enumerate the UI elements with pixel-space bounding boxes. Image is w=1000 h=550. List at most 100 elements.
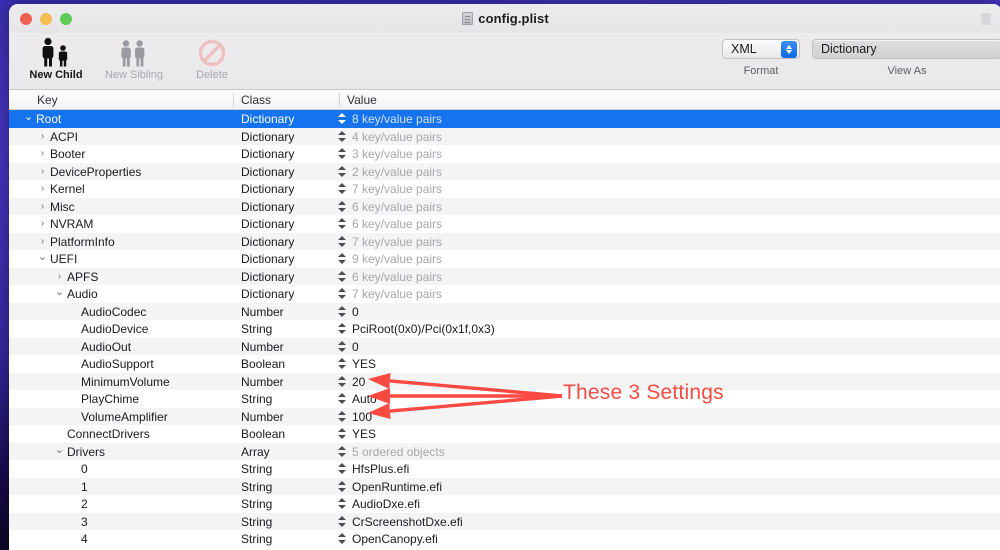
chevron-right-icon[interactable]: › — [37, 201, 48, 213]
chevron-right-icon[interactable]: › — [37, 166, 48, 178]
format-select[interactable]: XML — [722, 39, 800, 59]
row-value[interactable]: 6 key/value pairs — [352, 200, 442, 214]
tree-row[interactable]: VolumeAmplifier Number 100 — [9, 407, 1000, 425]
row-key[interactable]: AudioDevice — [81, 322, 148, 336]
tree-row[interactable]: › Misc Dictionary 6 key/value pairs — [9, 197, 1000, 215]
row-type-stepper-icon[interactable] — [338, 340, 347, 353]
row-value[interactable]: YES — [352, 427, 376, 441]
row-class[interactable]: Number — [241, 375, 284, 389]
row-key[interactable]: Drivers — [67, 445, 105, 459]
row-key[interactable]: MinimumVolume — [81, 375, 170, 389]
row-key[interactable]: 3 — [81, 515, 88, 529]
row-type-stepper-icon[interactable] — [338, 533, 347, 545]
tree-row[interactable]: 3 String CrScreenshotDxe.efi — [9, 512, 1000, 530]
row-value[interactable]: PciRoot(0x0)/Pci(0x1f,0x3) — [352, 322, 495, 336]
row-value[interactable]: 9 key/value pairs — [352, 252, 442, 266]
row-value[interactable]: 4 key/value pairs — [352, 130, 442, 144]
tree-row[interactable]: ⌄ Drivers Array 5 ordered objects — [9, 442, 1000, 460]
row-type-stepper-icon[interactable] — [338, 270, 347, 283]
row-key[interactable]: PlayChime — [81, 392, 139, 406]
tree-row[interactable]: AudioCodec Number 0 — [9, 302, 1000, 320]
chevron-right-icon[interactable]: › — [37, 131, 48, 143]
row-value[interactable]: 7 key/value pairs — [352, 287, 442, 301]
row-class[interactable]: Dictionary — [241, 165, 294, 179]
row-class[interactable]: Dictionary — [241, 252, 294, 266]
row-value[interactable]: 6 key/value pairs — [352, 217, 442, 231]
row-class[interactable]: String — [241, 392, 272, 406]
row-class[interactable]: String — [241, 515, 272, 529]
tree-row[interactable]: 4 String OpenCanopy.efi — [9, 530, 1000, 548]
row-key[interactable]: AudioCodec — [81, 305, 146, 319]
column-divider-1[interactable] — [233, 93, 234, 107]
chevron-right-icon[interactable]: › — [37, 218, 48, 230]
row-class[interactable]: Dictionary — [241, 235, 294, 249]
row-value[interactable]: 3 key/value pairs — [352, 147, 442, 161]
row-value[interactable]: 20 — [352, 375, 365, 389]
tree-row[interactable]: 0 String HfsPlus.efi — [9, 460, 1000, 478]
row-key[interactable]: PlatformInfo — [50, 235, 115, 249]
row-value[interactable]: YES — [352, 357, 376, 371]
row-value[interactable]: 0 — [352, 340, 359, 354]
row-key[interactable]: 0 — [81, 462, 88, 476]
tree-row[interactable]: ConnectDrivers Boolean YES — [9, 425, 1000, 443]
row-class[interactable]: Number — [241, 410, 284, 424]
up-down-stepper-icon[interactable] — [781, 40, 797, 58]
row-key[interactable]: Audio — [67, 287, 98, 301]
row-value[interactable]: 7 key/value pairs — [352, 235, 442, 249]
row-key[interactable]: AudioOut — [81, 340, 131, 354]
row-key[interactable]: DeviceProperties — [50, 165, 141, 179]
column-divider-2[interactable] — [339, 93, 340, 107]
row-key[interactable]: Booter — [50, 147, 85, 161]
row-class[interactable]: Dictionary — [241, 112, 294, 126]
row-class[interactable]: Boolean — [241, 357, 285, 371]
row-class[interactable]: Dictionary — [241, 130, 294, 144]
row-class[interactable]: String — [241, 497, 272, 511]
tree-row[interactable]: › ACPI Dictionary 4 key/value pairs — [9, 127, 1000, 145]
plist-tree[interactable]: ⌄ Root Dictionary 8 key/value pairs › ACPI Dic… — [9, 110, 1000, 550]
row-key[interactable]: 4 — [81, 532, 88, 546]
row-type-stepper-icon[interactable] — [338, 130, 347, 143]
tree-row[interactable]: AudioDevice String PciRoot(0x0)/Pci(0x1f,0… — [9, 320, 1000, 338]
row-key[interactable]: VolumeAmplifier — [81, 410, 168, 424]
row-value[interactable]: Auto — [352, 392, 377, 406]
row-class[interactable]: Number — [241, 305, 284, 319]
chevron-down-icon[interactable]: ⌄ — [54, 444, 65, 456]
row-key[interactable]: Misc — [50, 200, 75, 214]
column-header-value[interactable]: Value — [347, 93, 377, 107]
row-value[interactable]: 100 — [352, 410, 372, 424]
row-key[interactable]: 1 — [81, 480, 88, 494]
row-key[interactable]: 2 — [81, 497, 88, 511]
row-class[interactable]: String — [241, 322, 272, 336]
row-value[interactable]: 5 ordered objects — [352, 445, 445, 459]
row-key[interactable]: ConnectDrivers — [67, 427, 150, 441]
row-key[interactable]: Kernel — [50, 182, 85, 196]
row-key[interactable]: ACPI — [50, 130, 78, 144]
row-class[interactable]: Dictionary — [241, 287, 294, 301]
tree-row[interactable]: AudioOut Number 0 — [9, 337, 1000, 355]
row-type-stepper-icon[interactable] — [338, 480, 347, 493]
row-type-stepper-icon[interactable] — [338, 515, 347, 528]
row-type-stepper-icon[interactable] — [338, 428, 347, 440]
row-class[interactable]: Dictionary — [241, 147, 294, 161]
row-type-stepper-icon[interactable] — [338, 463, 347, 475]
view-as-select[interactable]: Dictionary — [812, 39, 1000, 59]
row-type-stepper-icon[interactable] — [338, 393, 347, 405]
column-header-key[interactable]: Key — [37, 93, 58, 107]
chevron-right-icon[interactable]: › — [54, 271, 65, 283]
row-type-stepper-icon[interactable] — [338, 253, 347, 265]
row-class[interactable]: String — [241, 480, 272, 494]
row-value[interactable]: 2 key/value pairs — [352, 165, 442, 179]
chevron-right-icon[interactable]: › — [37, 148, 48, 160]
row-value[interactable]: OpenCanopy.efi — [352, 532, 438, 546]
row-class[interactable]: Dictionary — [241, 270, 294, 284]
row-type-stepper-icon[interactable] — [338, 358, 347, 370]
row-type-stepper-icon[interactable] — [338, 235, 347, 248]
row-value[interactable]: 0 — [352, 305, 359, 319]
tree-row[interactable]: AudioSupport Boolean YES — [9, 355, 1000, 373]
row-class[interactable]: Dictionary — [241, 200, 294, 214]
row-type-stepper-icon[interactable] — [338, 165, 347, 178]
row-value[interactable]: 8 key/value pairs — [352, 112, 442, 126]
tree-row[interactable]: 2 String AudioDxe.efi — [9, 495, 1000, 513]
row-class[interactable]: Boolean — [241, 427, 285, 441]
row-key[interactable]: UEFI — [50, 252, 77, 266]
